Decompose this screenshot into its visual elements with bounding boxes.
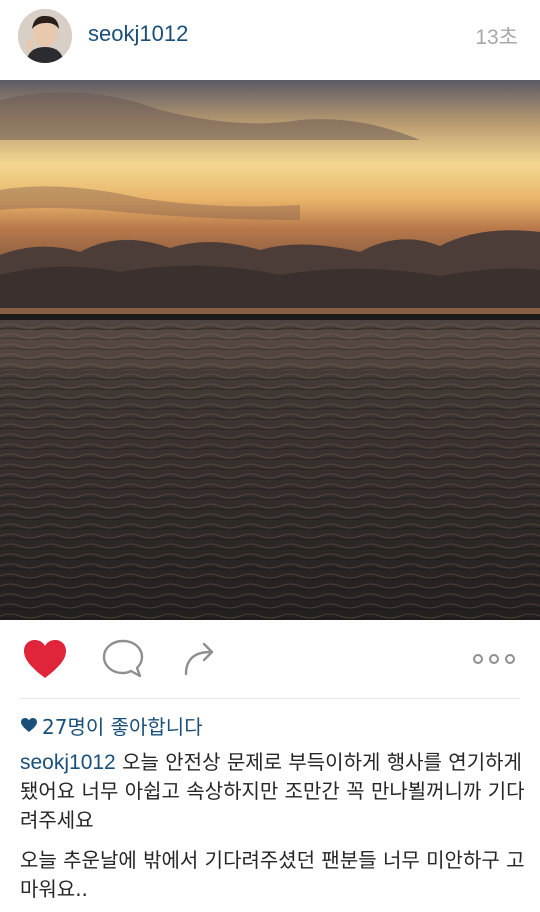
avatar-image [18,9,72,63]
post-photo[interactable] [0,80,540,620]
heart-small-icon [21,718,37,732]
post-caption: seokj1012 오늘 안전상 문제로 부득이하게 행사를 연기하게됐어요 너… [20,748,525,835]
sunset-over-sea-photo [0,80,540,620]
action-bar [0,620,540,698]
like-count-text: 27명이 좋아합니다 [42,714,203,739]
more-options-button[interactable] [470,650,518,668]
heart-filled-icon [24,640,66,678]
like-button[interactable] [22,638,68,680]
comment-bubble-icon [102,639,144,678]
like-count[interactable]: 27명이 좋아합니다 [20,712,203,739]
post-timestamp: 13초 [475,26,518,49]
share-button[interactable] [180,638,222,680]
post-username[interactable]: seokj1012 [88,21,188,47]
more-dots-icon [473,654,515,664]
share-arrow-icon [184,642,214,676]
caption-username[interactable]: seokj1012 [20,751,116,774]
post-header: seokj1012 13초 [0,0,540,80]
comment-button[interactable] [100,638,146,680]
avatar[interactable] [18,9,72,63]
divider [20,698,520,699]
comment-text: 오늘 추운날에 밖에서 기다려주셨던 팬분들 너무 미안하구 고마워요.. [20,848,525,901]
